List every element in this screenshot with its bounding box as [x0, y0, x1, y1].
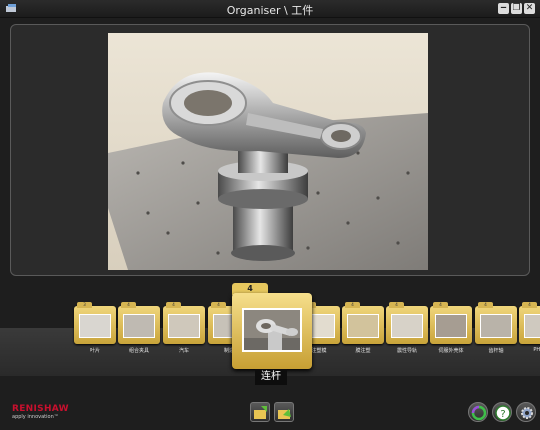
- restore-icon: ❐: [512, 3, 521, 13]
- folder-count: 4: [389, 302, 404, 308]
- folder-count: 4: [433, 302, 448, 308]
- folder-label: 齿杆轴: [488, 348, 504, 354]
- gear-icon: [521, 407, 533, 419]
- folder-thumbnail: [168, 314, 200, 338]
- folder-count: 4: [121, 302, 136, 308]
- folder-count: 4: [522, 302, 537, 308]
- folder-thumbnail: [480, 314, 512, 338]
- settings-button[interactable]: [516, 402, 536, 422]
- brand-tagline: apply innovation™: [12, 414, 59, 420]
- folder-thumbnail: [123, 314, 155, 338]
- folder-item[interactable]: 3: [74, 302, 116, 344]
- svg-text:?: ?: [500, 409, 505, 420]
- restore-button[interactable]: ❐: [511, 3, 522, 14]
- folder-count: 4: [211, 302, 226, 308]
- renishaw-logo: RENISHAW: [12, 404, 69, 414]
- import-folder-button[interactable]: [250, 402, 270, 422]
- folder-item[interactable]: 4: [342, 302, 384, 344]
- sync-icon: [471, 405, 487, 421]
- folder-thumbnail: [435, 314, 467, 338]
- minimize-icon: ‒: [500, 3, 507, 13]
- folder-item[interactable]: 4: [386, 302, 428, 344]
- folder-thumbnail: [347, 314, 379, 338]
- folder-item[interactable]: 4: [475, 302, 517, 344]
- close-button[interactable]: ✕: [524, 3, 535, 14]
- window-title: Organiser \ 工件: [226, 4, 314, 17]
- folder-count: 3: [77, 302, 92, 308]
- import-folder-icon: [254, 406, 267, 419]
- folder-item[interactable]: 4: [519, 302, 540, 344]
- folder-label: 组合夹具: [128, 348, 149, 354]
- folder-thumbnail: [391, 314, 423, 338]
- close-icon: ✕: [525, 3, 534, 13]
- folder-count: 4: [345, 302, 360, 308]
- folder-item[interactable]: 4: [163, 302, 205, 344]
- sync-button[interactable]: [468, 402, 488, 422]
- folder-label: 膜注塑: [355, 348, 371, 354]
- folder-item[interactable]: 4: [118, 302, 160, 344]
- folder-label: 叶片: [89, 348, 100, 354]
- main-photo[interactable]: [108, 33, 428, 270]
- folder-label: 震性导轨: [396, 348, 417, 354]
- folder-count: 4: [478, 302, 493, 308]
- export-folder-icon: [278, 409, 291, 419]
- selected-folder-thumbnail: [242, 308, 302, 352]
- image-viewer-panel: [10, 24, 530, 276]
- export-folder-button[interactable]: [274, 402, 294, 422]
- folder-thumbnail: [524, 314, 540, 338]
- folder-label: PH10: [533, 347, 540, 353]
- folder-label: 伺服外壳体: [438, 348, 464, 354]
- folder-item[interactable]: 4: [430, 302, 472, 344]
- selected-folder[interactable]: 4: [232, 283, 312, 371]
- help-button[interactable]: ?: [492, 402, 512, 422]
- folder-count: 4: [166, 302, 181, 308]
- minimize-button[interactable]: ‒: [498, 3, 509, 14]
- connecting-rod-photo: [108, 33, 428, 270]
- selected-folder-label: 连杆: [255, 369, 287, 385]
- folder-thumbnail: [79, 314, 111, 338]
- help-icon: ?: [495, 405, 511, 421]
- folder-label: 汽车: [178, 348, 189, 354]
- title-bar: Organiser \ 工件 ‒ ❐ ✕: [0, 0, 540, 18]
